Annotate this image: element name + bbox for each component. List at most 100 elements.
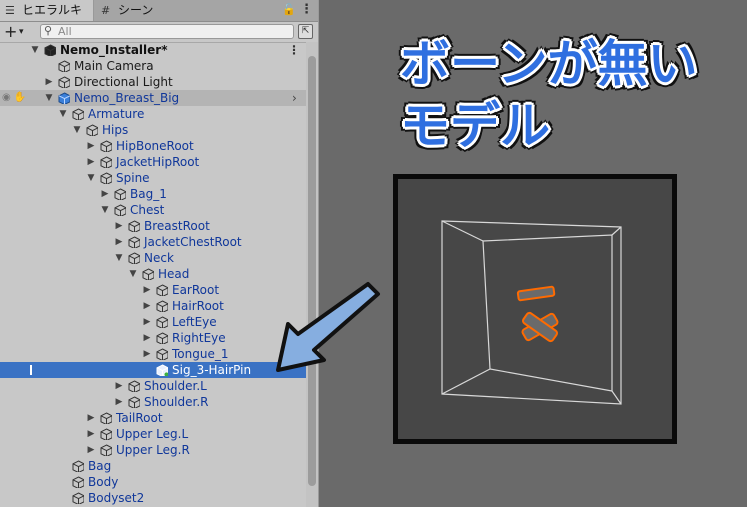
row-label: Upper Leg.R: [116, 443, 190, 457]
expand-right-icon[interactable]: ▶: [44, 74, 54, 90]
row-label: TailRoot: [116, 411, 163, 425]
add-button[interactable]: +: [4, 22, 17, 42]
hierarchy-row[interactable]: Main Camera: [0, 58, 306, 74]
row-label: Armature: [88, 107, 145, 121]
hierarchy-panel: ☰ ヒエラルキー # シーン 🔓 ⋮ + ▾ ⚲ ⇱ ▼ Nemo_Install…: [0, 0, 319, 507]
hierarchy-row[interactable]: ▶ LeftEye: [0, 314, 306, 330]
lock-icon[interactable]: 🔓: [282, 3, 296, 16]
row-label: Nemo_Installer*: [60, 43, 168, 57]
cube-icon: [100, 156, 112, 168]
hierarchy-row[interactable]: ▶ HipBoneRoot: [0, 138, 306, 154]
scene-visibility-toggle-icon[interactable]: ⇱: [298, 24, 313, 39]
expand-right-icon[interactable]: ▶: [114, 218, 124, 234]
cube-icon: [100, 444, 112, 456]
row-label: EarRoot: [172, 283, 220, 297]
prefab-cube-icon: [58, 92, 70, 104]
kebab-menu-icon[interactable]: ⋮: [300, 2, 313, 17]
expand-right-icon[interactable]: ▶: [114, 378, 124, 394]
row-label: LeftEye: [172, 315, 217, 329]
cube-icon: [156, 316, 168, 328]
expand-right-icon[interactable]: ▶: [142, 282, 152, 298]
hierarchy-row[interactable]: ▶ Tongue_1: [0, 346, 306, 362]
row-label: Bag: [88, 459, 112, 473]
annotation-title-line1: ボーンが無い: [400, 35, 698, 93]
hierarchy-row[interactable]: ▼ Hips: [0, 122, 306, 138]
expand-right-icon[interactable]: ▶: [86, 426, 96, 442]
scene-viewport[interactable]: [393, 174, 677, 444]
cube-icon: [114, 204, 126, 216]
hierarchy-row[interactable]: ▶ JacketChestRoot: [0, 234, 306, 250]
scrollbar-thumb[interactable]: [308, 56, 316, 486]
expand-right-icon[interactable]: ▶: [142, 298, 152, 314]
hierarchy-row[interactable]: ▼ Chest: [0, 202, 306, 218]
expand-right-icon[interactable]: ▶: [114, 234, 124, 250]
chevron-right-icon[interactable]: ›: [292, 90, 297, 106]
hierarchy-row[interactable]: ▶ Upper Leg.R: [0, 442, 306, 458]
annotation-title-line2: モデル: [400, 97, 550, 155]
tab-scene[interactable]: # シーン: [96, 0, 206, 21]
expand-right-icon[interactable]: ▶: [114, 394, 124, 410]
hierarchy-row[interactable]: ▶ EarRoot: [0, 282, 306, 298]
expand-down-icon[interactable]: ▼: [58, 106, 68, 122]
expand-down-icon[interactable]: ▼: [114, 250, 124, 266]
hierarchy-row[interactable]: ▶ JacketHipRoot: [0, 154, 306, 170]
bounding-box-wireframe: [441, 220, 622, 405]
expand-down-icon[interactable]: ▼: [30, 42, 40, 58]
expand-right-icon[interactable]: ▶: [100, 186, 110, 202]
cube-icon: [128, 252, 140, 264]
expand-down-icon[interactable]: ▼: [72, 122, 82, 138]
kebab-menu-icon[interactable]: ⋮: [288, 42, 300, 58]
expand-right-icon[interactable]: ▶: [86, 410, 96, 426]
search-icon: ⚲: [44, 24, 53, 37]
hierarchy-row[interactable]: ◉ ✋ ▼ Nemo_Breast_Big ›: [0, 90, 306, 106]
vertical-scrollbar[interactable]: [306, 42, 318, 507]
expand-right-icon[interactable]: ▶: [142, 314, 152, 330]
hierarchy-row[interactable]: Bodyset2: [0, 490, 306, 506]
hierarchy-row[interactable]: ▼ Armature: [0, 106, 306, 122]
hierarchy-row[interactable]: ▼ Neck: [0, 250, 306, 266]
hierarchy-row[interactable]: ▶ Shoulder.L: [0, 378, 306, 394]
scene-row[interactable]: ▼ Nemo_Installer* ⋮: [0, 42, 306, 58]
hierarchy-row[interactable]: Sig_3-HairPin: [0, 362, 306, 378]
chevron-down-icon[interactable]: ▾: [19, 22, 24, 42]
tab-hierarchy[interactable]: ☰ ヒエラルキー: [0, 0, 94, 38]
hierarchy-row[interactable]: ▶ RightEye: [0, 330, 306, 346]
eye-icon[interactable]: ◉ ✋: [2, 90, 26, 106]
cube-icon: [72, 492, 84, 504]
row-label: Bag_1: [130, 187, 167, 201]
row-label: RightEye: [172, 331, 226, 345]
hierarchy-row[interactable]: ▶ Shoulder.R: [0, 394, 306, 410]
tab-scene-label: シーン: [118, 3, 154, 17]
hierarchy-row[interactable]: ▼ Spine: [0, 170, 306, 186]
row-label: Main Camera: [74, 59, 154, 73]
hierarchy-row[interactable]: ▶ Directional Light: [0, 74, 306, 90]
hierarchy-row[interactable]: Body: [0, 474, 306, 490]
row-label: Shoulder.L: [144, 379, 207, 393]
row-label: Sig_3-HairPin: [172, 363, 252, 377]
expand-right-icon[interactable]: ▶: [142, 346, 152, 362]
hierarchy-row[interactable]: ▼ Head: [0, 266, 306, 282]
hierarchy-row[interactable]: ▶ Bag_1: [0, 186, 306, 202]
tab-bar: ☰ ヒエラルキー # シーン 🔓 ⋮: [0, 0, 318, 38]
cube-icon: [156, 284, 168, 296]
search-box[interactable]: ⚲: [40, 24, 294, 39]
hierarchy-row[interactable]: ▶ BreastRoot: [0, 218, 306, 234]
expand-right-icon[interactable]: ▶: [86, 442, 96, 458]
wireframe-bounds-drawing: [441, 220, 622, 405]
cube-icon: [128, 396, 140, 408]
unity-scene-icon: [44, 44, 56, 56]
hierarchy-row[interactable]: ▶ Upper Leg.L: [0, 426, 306, 442]
expand-down-icon[interactable]: ▼: [100, 202, 110, 218]
expand-down-icon[interactable]: ▼: [44, 90, 54, 106]
row-label: JacketHipRoot: [116, 155, 200, 169]
expand-right-icon[interactable]: ▶: [142, 330, 152, 346]
search-input[interactable]: [58, 25, 288, 38]
expand-down-icon[interactable]: ▼: [128, 266, 138, 282]
hierarchy-row[interactable]: ▶ HairRoot: [0, 298, 306, 314]
hierarchy-row[interactable]: ▶ TailRoot: [0, 410, 306, 426]
row-label: Tongue_1: [172, 347, 229, 361]
hierarchy-row[interactable]: Bag: [0, 458, 306, 474]
expand-right-icon[interactable]: ▶: [86, 154, 96, 170]
expand-down-icon[interactable]: ▼: [86, 170, 96, 186]
expand-right-icon[interactable]: ▶: [86, 138, 96, 154]
